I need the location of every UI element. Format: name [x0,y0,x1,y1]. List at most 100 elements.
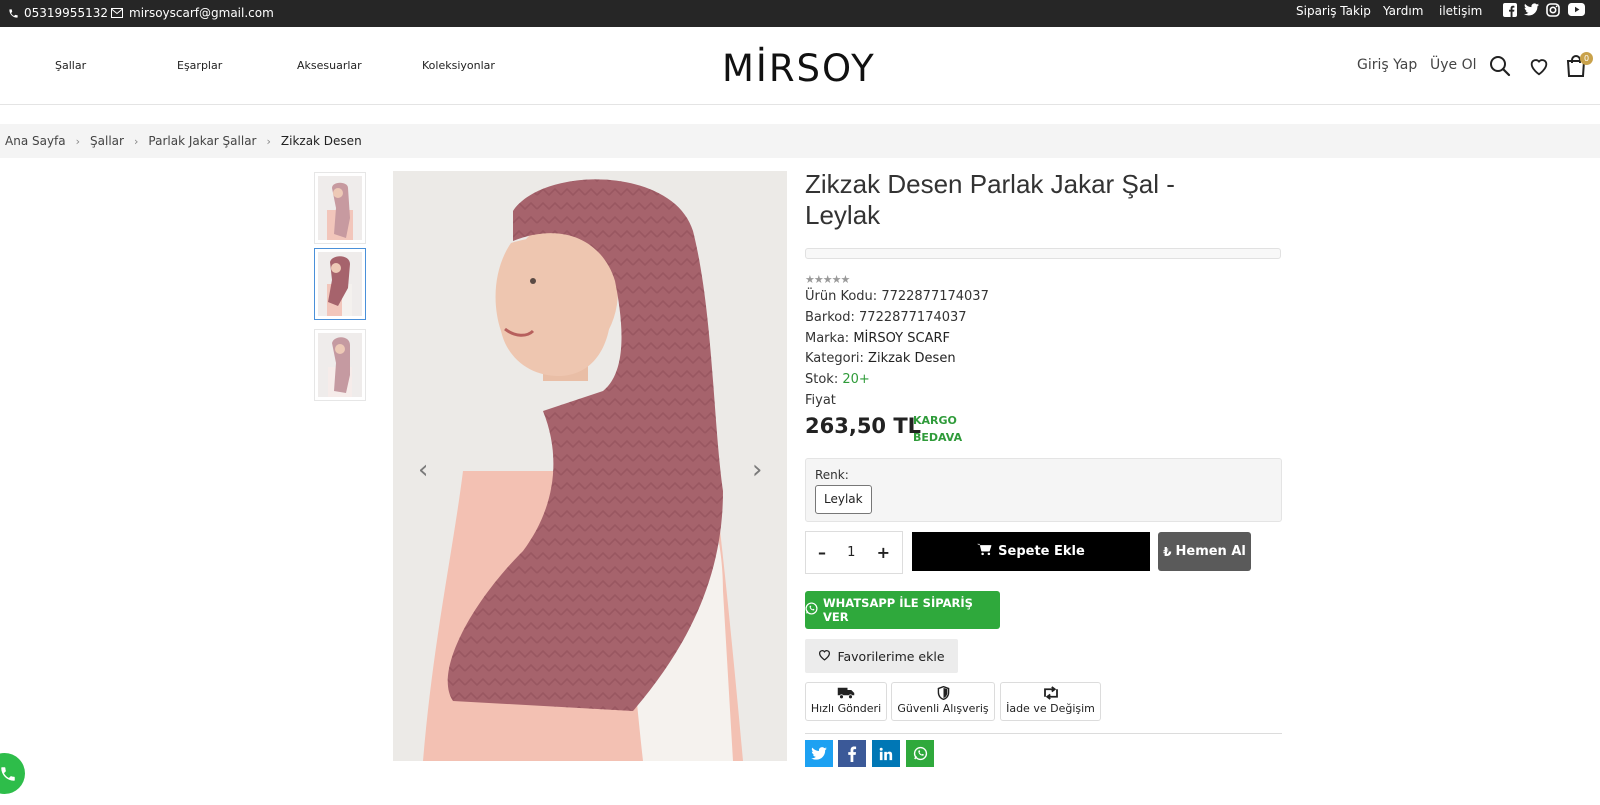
stock-label: Stok: [805,372,839,387]
chevron-right-icon: › [75,134,81,148]
facebook-icon[interactable] [1503,3,1517,17]
variant-selector: Renk: Leylak [805,458,1282,522]
login-link[interactable]: Giriş Yap [1357,57,1417,73]
chevron-right-icon: › [133,134,139,148]
carousel-prev-icon[interactable]: ‹ [418,455,428,485]
category-label: Kategori: [805,351,864,366]
breadcrumb: Ana Sayfa › Şallar › Parlak Jakar Şallar… [0,124,1600,158]
nav-accessories[interactable]: Aksesuarlar [297,59,362,72]
product-photo [393,171,787,761]
thumbnail-image [318,333,362,397]
stock-line: Stok: 20+ [805,372,870,387]
share-divider [805,733,1282,734]
buy-now-button[interactable]: ₺ Hemen Al [1158,532,1251,571]
top-bar: 05319955132 mirsoyscarf@gmail.com Sipari… [0,0,1600,27]
brand-label: Marka: [805,331,850,346]
feature-secure-shopping: Güvenli Alışveriş [891,682,995,721]
twitter-icon[interactable] [1524,3,1539,17]
feature-fast-shipping-label: Hızlı Gönderi [810,702,882,715]
whatsapp-order-label: WHATSAPP İLE SİPARİŞ VER [823,596,973,624]
site-logo[interactable]: MİRSOY [722,47,876,90]
site-header: Şallar Eşarplar Aksesuarlar Koleksiyonla… [0,27,1600,105]
share-linkedin-icon[interactable] [872,740,900,767]
contact-link[interactable]: iletişim [1439,4,1482,18]
thumbnail-image [318,176,362,240]
product-thumbnail-1[interactable] [314,172,366,244]
brand-value[interactable]: MİRSOY SCARF [853,331,950,346]
brand-line: Marka: MİRSOY SCARF [805,331,950,346]
product-code-line: Ürün Kodu: 7722877174037 [805,289,989,304]
carousel-next-icon[interactable]: › [752,455,762,485]
nav-scarves[interactable]: Eşarplar [177,59,222,72]
empty-info-bar [805,248,1281,259]
order-tracking-link[interactable]: Sipariş Takip [1296,4,1371,18]
breadcrumb-home[interactable]: Ana Sayfa [5,134,66,148]
feature-returns: İade ve Değişim [1000,682,1101,721]
variant-option-leylak[interactable]: Leylak [815,485,872,514]
floating-whatsapp-icon[interactable] [0,753,25,794]
cart-icon [977,543,992,560]
breadcrumb-shawls[interactable]: Şallar [90,134,124,148]
breadcrumb-glossy-jacquard[interactable]: Parlak Jakar Şallar [148,134,256,148]
chevron-right-icon: › [266,134,271,148]
quantity-input[interactable]: 1 [847,545,855,560]
free-shipping-line2: BEDAVA [913,431,963,444]
free-shipping-badge: KARGO BEDAVA [913,412,962,446]
email-address: mirsoyscarf@gmail.com [129,6,274,20]
whatsapp-order-button[interactable]: WHATSAPP İLE SİPARİŞ VER [805,591,1000,629]
product-thumbnail-2[interactable] [314,248,366,320]
share-twitter-icon[interactable] [805,740,833,767]
product-code-value: 7722877174037 [881,289,989,304]
add-to-cart-button[interactable]: Sepete Ekle [912,532,1150,571]
instagram-icon[interactable] [1546,3,1560,17]
quantity-stepper: – 1 + [805,531,903,574]
variant-label: Renk: [815,468,849,482]
truck-icon [806,686,886,702]
phone-icon [8,8,19,19]
register-link[interactable]: Üye Ol [1430,57,1477,73]
heart-icon [818,649,831,664]
barcode-line: Barkod: 7722877174037 [805,310,967,325]
buy-now-label: Hemen Al [1175,544,1246,559]
product-price: 263,50 TL [805,414,922,438]
quantity-decrease-button[interactable]: – [818,543,826,562]
feature-secure-shopping-label: Güvenli Alışveriş [897,702,989,715]
lira-icon: ₺ [1163,544,1172,559]
feature-returns-label: İade ve Değişim [1006,702,1095,715]
shield-icon [892,686,994,702]
thumbnail-image [318,252,362,316]
share-facebook-icon[interactable] [838,740,866,767]
barcode-label: Barkod: [805,310,855,325]
retweet-icon [1001,686,1100,702]
favorites-label: Favorilerime ekle [837,648,945,664]
phone-contact[interactable]: 05319955132 [8,6,108,20]
share-whatsapp-icon[interactable] [906,740,934,767]
product-main-image[interactable] [393,171,787,761]
cart-count-badge: 0 [1580,52,1593,65]
heart-icon[interactable] [1528,55,1550,77]
category-line: Kategori: Zikzak Desen [805,351,956,366]
search-icon[interactable] [1489,55,1511,77]
breadcrumb-current: Zikzak Desen [280,134,362,148]
price-label: Fiyat [805,393,836,408]
free-shipping-line1: KARGO [913,414,957,427]
product-thumbnail-3[interactable] [314,329,366,401]
product-code-label: Ürün Kodu: [805,289,878,304]
phone-number: 05319955132 [24,6,108,20]
add-to-cart-label: Sepete Ekle [998,544,1085,559]
whatsapp-icon [805,602,818,618]
help-link[interactable]: Yardım [1383,4,1423,18]
feature-fast-shipping: Hızlı Gönderi [805,682,887,721]
youtube-icon[interactable] [1568,3,1586,17]
add-to-favorites-button[interactable]: Favorilerime ekle [805,639,958,673]
category-value[interactable]: Zikzak Desen [868,351,956,366]
barcode-value: 7722877174037 [859,310,967,325]
nav-shawls[interactable]: Şallar [55,59,86,72]
mail-icon [111,8,123,18]
nav-collections[interactable]: Koleksiyonlar [422,59,495,72]
stock-value: 20+ [842,372,870,387]
email-contact[interactable]: mirsoyscarf@gmail.com [111,6,274,20]
product-title: Zikzak Desen Parlak Jakar Şal - Leylak [805,169,1175,230]
rating-stars[interactable]: ★★★★★ [805,273,850,286]
quantity-increase-button[interactable]: + [877,543,890,562]
